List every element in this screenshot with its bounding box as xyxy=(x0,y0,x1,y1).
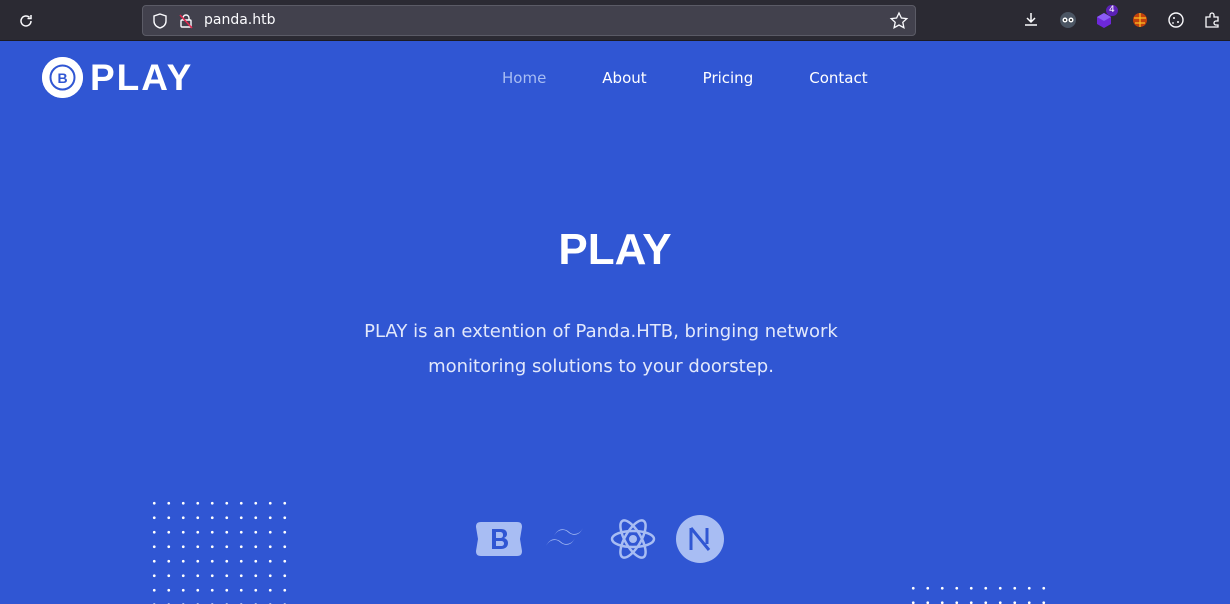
download-icon[interactable] xyxy=(1020,9,1042,31)
dot-pattern-right xyxy=(906,581,1051,604)
tailwind-icon[interactable] xyxy=(541,514,591,564)
nav-about[interactable]: About xyxy=(602,69,646,87)
nav-contact[interactable]: Contact xyxy=(809,69,867,87)
tech-icons xyxy=(474,514,742,564)
bookmark-star-icon[interactable] xyxy=(889,11,909,31)
nextjs-icon[interactable] xyxy=(675,514,725,564)
extension-badge: 4 xyxy=(1106,5,1118,16)
logo-letter: B xyxy=(57,70,67,86)
address-bar[interactable]: panda.htb xyxy=(142,5,916,36)
extension-sphere-icon[interactable] xyxy=(1129,9,1151,31)
cookie-icon[interactable] xyxy=(1165,9,1187,31)
bootstrap-icon[interactable] xyxy=(474,514,524,564)
extension-cube-icon[interactable]: 4 xyxy=(1093,5,1118,31)
bootstrap-logo-icon: B xyxy=(42,57,83,98)
shield-icon[interactable] xyxy=(151,12,169,30)
hero-title: PLAY xyxy=(558,225,672,274)
nav-pricing[interactable]: Pricing xyxy=(703,69,754,87)
page-viewport: B PLAY Home About Pricing Contact PLAY P… xyxy=(0,41,1230,604)
main-nav: Home About Pricing Contact xyxy=(502,69,924,87)
insecure-lock-icon[interactable] xyxy=(177,12,195,30)
url-text[interactable]: panda.htb xyxy=(204,12,276,28)
extensions-puzzle-icon[interactable] xyxy=(1201,9,1223,31)
site-logo[interactable]: B PLAY xyxy=(42,57,193,98)
nav-home[interactable]: Home xyxy=(502,69,546,87)
hero-description: PLAY is an extention of Panda.HTB, bring… xyxy=(364,321,838,377)
extension-glasses-icon[interactable] xyxy=(1057,9,1079,31)
dot-pattern-left xyxy=(147,496,287,604)
logo-text: PLAY xyxy=(90,57,194,98)
react-icon[interactable] xyxy=(608,514,658,564)
browser-toolbar: panda.htb 4 xyxy=(0,0,1230,41)
reload-icon[interactable] xyxy=(14,9,38,33)
